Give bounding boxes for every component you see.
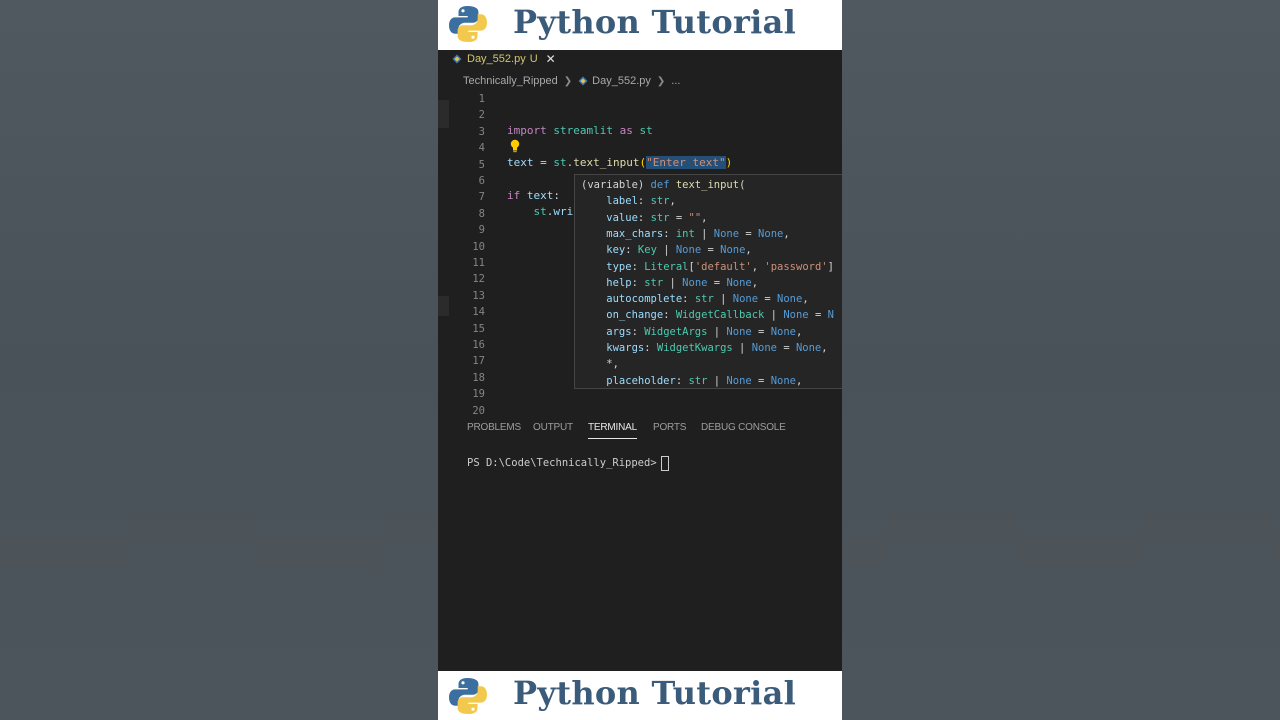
line-number: 1	[478, 93, 485, 105]
hover-signature-line: autocomplete: str | None = None,	[581, 293, 809, 306]
tab-output[interactable]: OUTPUT	[533, 422, 573, 438]
tab-day-552[interactable]: Day_552.py U ✕	[452, 50, 556, 68]
hover-signature-line: kwargs: WidgetKwargs | None = None,	[581, 342, 828, 354]
tab-debug-console[interactable]: DEBUG CONSOLE	[701, 422, 786, 438]
background-left	[0, 0, 438, 720]
tab-ports[interactable]: PORTS	[653, 422, 686, 438]
line-number: 20	[472, 404, 485, 417]
panel-tab-bar: PROBLEMS OUTPUT TERMINAL PORTS DEBUG CON…	[438, 418, 842, 440]
code-line-8: st.wri	[533, 205, 574, 218]
breadcrumb-folder[interactable]: Technically_Ripped	[463, 75, 558, 87]
line-number: 7	[478, 191, 485, 204]
tab-filename: Day_552.py	[467, 53, 526, 65]
breadcrumb-file[interactable]: Day_552.py	[592, 75, 651, 87]
terminal-prompt: PS D:\Code\Technically_Ripped>	[467, 457, 657, 469]
python-logo-icon	[449, 6, 487, 43]
close-icon[interactable]: ✕	[546, 52, 556, 66]
hover-signature-line: label: str,	[581, 195, 676, 208]
line-number: 16	[472, 339, 485, 351]
python-file-icon	[452, 54, 462, 64]
hover-signature-line: on_change: WidgetCallback | None = N	[581, 309, 834, 322]
hover-signature-line: value: str = "",	[581, 211, 708, 224]
line-number: 8	[478, 207, 485, 220]
line-number: 12	[472, 273, 485, 286]
lightbulb-icon[interactable]	[509, 139, 521, 153]
code-editor[interactable]: 1 2 3 4 5 6 7 8 9 10 11 12 13 14 15 16 17 18 19 20 import s…	[438, 90, 842, 417]
chevron-right-icon: ❯	[656, 75, 666, 87]
line-number: 18	[472, 371, 485, 384]
line-number: 9	[478, 224, 485, 237]
hover-signature-line: max_chars: int | None = None,	[581, 227, 790, 240]
terminal-cursor	[660, 455, 669, 471]
tab-problems[interactable]: PROBLEMS	[467, 422, 521, 438]
python-file-icon	[578, 76, 588, 86]
line-number: 15	[472, 322, 485, 335]
hover-signature-line: placeholder: str | None = None,	[581, 374, 803, 387]
code-line-7: if text:	[507, 189, 560, 202]
line-number: 3	[478, 125, 485, 138]
hover-signature-line: args: WidgetArgs | None = None,	[581, 325, 803, 338]
line-number: 2	[478, 109, 485, 122]
line-number: 13	[472, 289, 485, 302]
hover-signature-line: type: Literal['default', 'password']	[581, 260, 834, 273]
line-number: 10	[472, 240, 485, 253]
code-line-5: text = st.text_input("Enter text")	[507, 156, 733, 169]
banner-bottom: Python Tutorial	[438, 671, 842, 720]
python-logo-icon	[449, 678, 487, 714]
banner-title: Python Tutorial	[513, 674, 797, 712]
line-number: 19	[472, 388, 485, 401]
line-number: 4	[478, 142, 485, 155]
hover-signature-line: (variable) def text_input(	[581, 179, 746, 191]
banner-top: Python Tutorial	[438, 0, 842, 50]
line-number: 6	[478, 175, 485, 187]
breadcrumb-more[interactable]: ...	[671, 75, 680, 87]
gutter-marker	[438, 100, 449, 128]
tab-status-badge: U	[529, 53, 538, 65]
editor-tab-bar: Day_552.py U ✕	[438, 50, 842, 68]
hover-signature-line: *,	[581, 358, 619, 371]
line-number: 17	[472, 355, 485, 368]
line-number: 11	[472, 257, 485, 269]
background-right	[842, 0, 1280, 720]
hover-signature-line: key: Key | None = None,	[581, 244, 752, 257]
chevron-right-icon: ❯	[563, 75, 573, 87]
breadcrumb: Technically_Ripped ❯ Day_552.py ❯ ...	[463, 73, 680, 89]
signature-hover-popup: (variable) def text_input( label: str, v…	[574, 174, 842, 389]
code-line-3: import streamlit as st	[507, 124, 653, 137]
hover-signature-line: help: str | None = None,	[581, 276, 759, 289]
banner-title: Python Tutorial	[513, 3, 797, 41]
video-frame: Python Tutorial Day_552.py U ✕ Technical…	[438, 0, 842, 720]
gutter-marker	[438, 296, 449, 316]
line-number: 14	[472, 306, 485, 319]
tab-terminal[interactable]: TERMINAL	[588, 422, 637, 439]
line-number: 5	[478, 158, 485, 171]
selected-string: "Enter text"	[646, 156, 726, 169]
terminal-prompt-line[interactable]: PS D:\Code\Technically_Ripped>	[467, 455, 669, 471]
